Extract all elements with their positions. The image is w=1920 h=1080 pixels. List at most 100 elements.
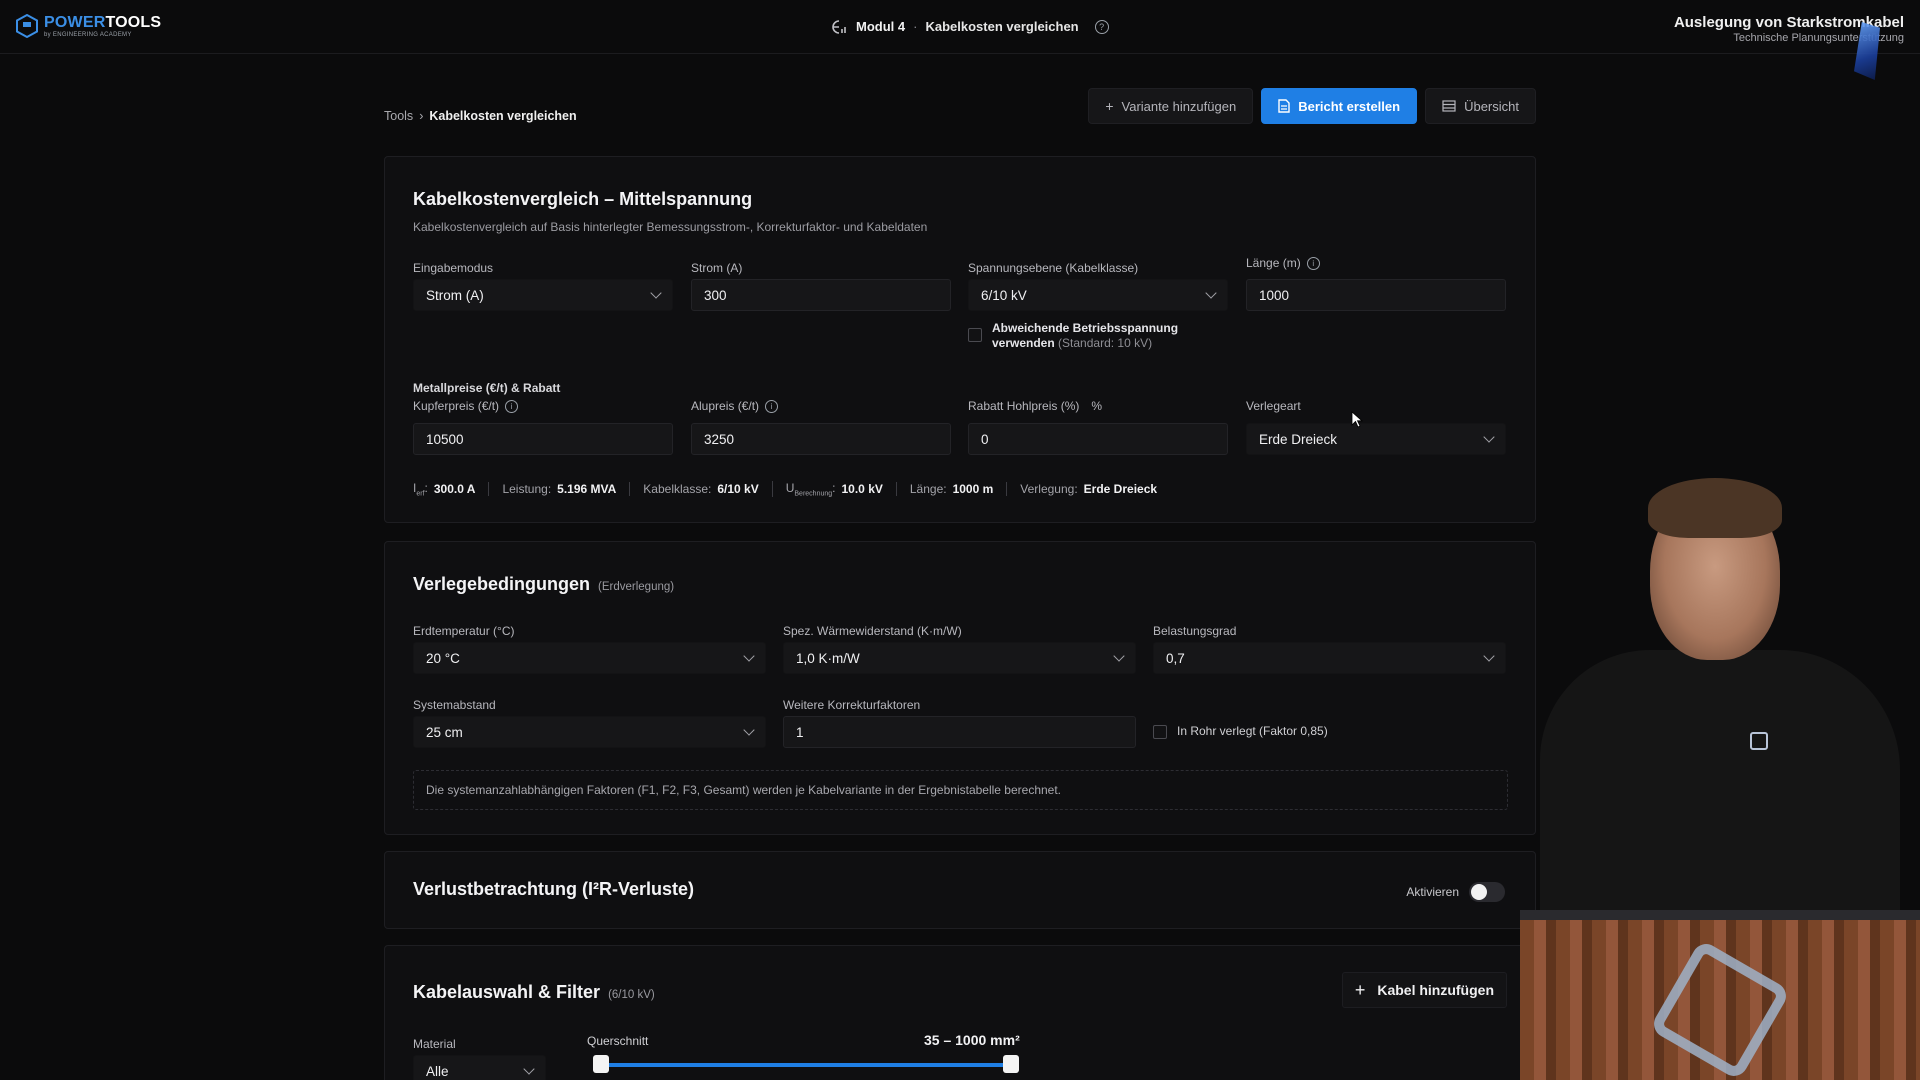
summary-current-value: 300.0 A bbox=[433, 482, 476, 497]
deviating-voltage-label: Abweichende Betriebsspannung verwenden (… bbox=[992, 321, 1179, 350]
copper-value: 10500 bbox=[426, 431, 464, 447]
plus-icon: + bbox=[1105, 98, 1114, 114]
add-variant-button[interactable]: + Variante hinzufügen bbox=[1088, 88, 1254, 124]
laying-value: Erde Dreieck bbox=[1259, 431, 1338, 447]
add-cable-button[interactable]: + Kabel hinzufügen bbox=[1341, 972, 1507, 1008]
summary-voltage-value: 10.0 kV bbox=[841, 482, 883, 497]
length-input[interactable]: 1000 bbox=[1246, 279, 1506, 311]
summary-length-label: Länge: bbox=[909, 482, 947, 497]
logo-wordmark: POWERTOOLS bbox=[44, 13, 162, 31]
summary-power: Leistung: 5.196 MVA bbox=[488, 482, 629, 497]
add-cable-label: Kabel hinzufügen bbox=[1377, 982, 1494, 998]
slider-fill bbox=[601, 1063, 1011, 1067]
laying-conditions-card: Verlegebedingungen (Erdverlegung) Erdtemp… bbox=[384, 541, 1536, 835]
material-value: Alle bbox=[426, 1063, 449, 1079]
thermal-res-select[interactable]: 1,0 K·m/W bbox=[783, 642, 1136, 674]
summary-power-label: Leistung: bbox=[502, 482, 552, 497]
help-icon[interactable]: ? bbox=[1094, 19, 1109, 34]
aluminium-value: 3250 bbox=[704, 431, 735, 447]
load-factor-label: Belastungsgrad bbox=[1153, 624, 1237, 638]
info-icon[interactable]: i bbox=[765, 399, 779, 413]
in-pipe-label: In Rohr verlegt (Faktor 0,85) bbox=[1177, 724, 1328, 738]
deviating-voltage-hint: (Standard: 10 kV) bbox=[1058, 336, 1153, 350]
length-value: 1000 bbox=[1259, 287, 1290, 303]
module-separator: · bbox=[913, 19, 918, 34]
module-title: Kabelkosten vergleichen bbox=[925, 19, 1079, 34]
soil-temp-select[interactable]: 20 °C bbox=[413, 642, 766, 674]
info-icon[interactable]: i bbox=[505, 399, 519, 413]
chevron-down-icon bbox=[650, 287, 662, 299]
selection-title: Kabelauswahl & Filter (6/10 kV) bbox=[413, 982, 655, 1002]
summary-class-value: 6/10 kV bbox=[717, 482, 759, 497]
create-report-button[interactable]: Bericht erstellen bbox=[1261, 88, 1418, 124]
summary-laying-label: Verlegung: bbox=[1020, 482, 1078, 497]
spacing-label: Systemabstand bbox=[413, 698, 496, 712]
summary-length: Länge: 1000 m bbox=[895, 482, 1006, 497]
chevron-down-icon bbox=[743, 724, 755, 736]
input-mode-value: Strom (A) bbox=[426, 287, 484, 303]
logo-tagline: by ENGINEERING ACADEMY bbox=[44, 31, 132, 38]
document-icon bbox=[1278, 99, 1290, 113]
comparison-title: Kabelkostenvergleich – Mittelspannung bbox=[413, 189, 753, 209]
voltage-label: Spannungsebene (Kabelklasse) bbox=[968, 261, 1139, 275]
cursor-icon bbox=[1351, 411, 1363, 428]
slider-thumb-max[interactable] bbox=[1003, 1055, 1019, 1073]
laying-conditions-title: Verlegebedingungen (Erdverlegung) bbox=[413, 574, 675, 594]
material-select[interactable]: Alle bbox=[413, 1055, 546, 1080]
summary-power-value: 5.196 MVA bbox=[557, 482, 617, 497]
module-icon bbox=[832, 19, 846, 34]
material-label: Material bbox=[413, 1037, 456, 1051]
voltage-select[interactable]: 6/10 kV bbox=[968, 279, 1228, 311]
aluminium-label: Alupreis (€/t) i bbox=[691, 399, 779, 413]
losses-toggle[interactable] bbox=[1469, 882, 1505, 902]
summary-voltage: UBerechnung: 10.0 kV bbox=[771, 481, 896, 498]
laying-conditions-aside: (Erdverlegung) bbox=[598, 581, 675, 593]
summary-current-label: Ierf: bbox=[413, 481, 428, 498]
cross-section-slider[interactable] bbox=[593, 1055, 1019, 1073]
module-number: Modul 4 bbox=[856, 19, 906, 34]
copper-label: Kupferpreis (€/t) i bbox=[413, 399, 519, 413]
summary-class-label: Kabelklasse: bbox=[643, 482, 712, 497]
app-logo[interactable]: POWERTOOLS by ENGINEERING ACADEMY bbox=[16, 14, 161, 38]
metal-prices-heading: Metallpreise (€/t) & Rabatt bbox=[413, 381, 561, 395]
soil-temp-label: Erdtemperatur (°C) bbox=[413, 624, 515, 638]
laying-label: Verlegeart bbox=[1246, 399, 1301, 413]
current-value: 300 bbox=[704, 287, 727, 303]
laying-select[interactable]: Erde Dreieck bbox=[1246, 423, 1506, 455]
plus-icon: + bbox=[1354, 979, 1366, 1000]
spacing-select[interactable]: 25 cm bbox=[413, 716, 766, 748]
summary-laying-value: Erde Dreieck bbox=[1083, 482, 1158, 497]
toolbar: + Variante hinzufügen Bericht erstellen … bbox=[1088, 88, 1536, 124]
load-factor-select[interactable]: 0,7 bbox=[1153, 642, 1506, 674]
deviating-voltage-checkbox[interactable] bbox=[968, 328, 982, 342]
slider-thumb-min[interactable] bbox=[593, 1055, 609, 1073]
list-icon bbox=[1442, 100, 1456, 112]
overview-button[interactable]: Übersicht bbox=[1425, 88, 1536, 124]
input-mode-select[interactable]: Strom (A) bbox=[413, 279, 673, 311]
in-pipe-checkbox[interactable] bbox=[1153, 725, 1167, 739]
current-input[interactable]: 300 bbox=[691, 279, 951, 311]
voltage-value: 6/10 kV bbox=[981, 287, 1027, 303]
input-mode-label: Eingabemodus bbox=[413, 261, 494, 275]
copper-input[interactable]: 10500 bbox=[413, 423, 673, 455]
logo-icon bbox=[16, 14, 38, 38]
toggle-knob bbox=[1471, 884, 1487, 900]
shirt-logo-icon bbox=[1750, 732, 1768, 750]
info-icon[interactable]: i bbox=[1306, 256, 1320, 270]
length-label: Länge (m) i bbox=[1246, 256, 1320, 270]
summary-current: Ierf: 300.0 A bbox=[413, 481, 488, 497]
more-factors-input[interactable]: 1 bbox=[783, 716, 1136, 748]
info-note: Die systemanzahlabhängigen Faktoren (F1,… bbox=[413, 770, 1508, 810]
comparison-card: Kabelkostenvergleich – Mittelspannung Ka… bbox=[384, 156, 1536, 523]
create-report-label: Bericht erstellen bbox=[1298, 98, 1401, 114]
comparison-subtitle: Kabelkostenvergleich auf Basis hinterleg… bbox=[413, 220, 928, 234]
overview-label: Übersicht bbox=[1464, 98, 1519, 114]
breadcrumb: Tools › Kabelkosten vergleichen bbox=[384, 109, 577, 123]
losses-toggle-group: Aktivieren bbox=[1406, 882, 1505, 902]
spacing-value: 25 cm bbox=[426, 724, 463, 740]
discount-input[interactable]: 0 bbox=[968, 423, 1228, 455]
cross-section-label: Querschnitt bbox=[587, 1034, 649, 1048]
aluminium-input[interactable]: 3250 bbox=[691, 423, 951, 455]
percent-icon: % bbox=[1091, 399, 1103, 413]
breadcrumb-tools[interactable]: Tools bbox=[384, 109, 413, 123]
